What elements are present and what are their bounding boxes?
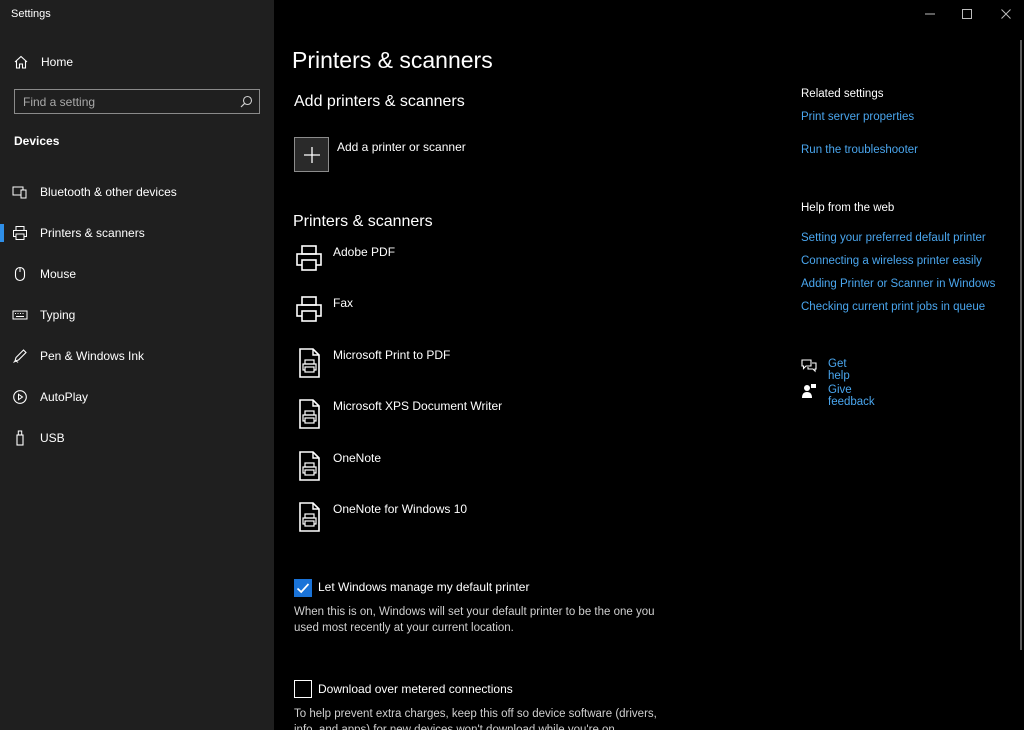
help-link[interactable]: Connecting a wireless printer easily: [801, 255, 982, 267]
add-printer-label[interactable]: Add a printer or scanner: [337, 140, 466, 154]
close-icon: [1001, 9, 1011, 19]
sidebar-item-label: Printers & scanners: [40, 226, 145, 240]
help-link[interactable]: Adding Printer or Scanner in Windows: [801, 278, 995, 290]
metered-connections-description: To help prevent extra charges, keep this…: [294, 706, 684, 730]
description-line: To help prevent extra charges, keep this…: [294, 708, 657, 720]
home-label: Home: [41, 55, 74, 69]
printer-icon: [296, 245, 322, 271]
troubleshooter-link[interactable]: Run the troubleshooter: [801, 144, 918, 156]
search-icon[interactable]: [240, 95, 253, 108]
plus-icon: [304, 147, 320, 163]
usb-icon: [16, 430, 24, 446]
document-printer-icon: [299, 399, 320, 429]
chat-help-icon: [801, 359, 817, 373]
printer-item[interactable]: Fax: [292, 294, 712, 336]
description-line: info, and apps) for new devices won't do…: [294, 724, 615, 730]
mouse-icon: [14, 266, 26, 282]
printer-name: Microsoft Print to PDF: [333, 348, 451, 362]
sidebar-item-printers[interactable]: Printers & scanners: [0, 216, 274, 250]
pen-icon: [13, 349, 27, 363]
app-title: Settings: [11, 8, 51, 20]
home-icon: [14, 55, 28, 69]
printer-icon: [13, 226, 27, 240]
bluetooth-devices-icon: [12, 186, 27, 199]
sidebar-item-bluetooth[interactable]: Bluetooth & other devices: [0, 175, 274, 209]
description-line: used most recently at your current locat…: [294, 622, 514, 634]
printer-item[interactable]: Adobe PDF: [292, 243, 712, 285]
search-box: [14, 89, 260, 114]
sidebar-item-label: Typing: [40, 308, 76, 322]
sidebar: Settings Home Devices Bluetooth & other …: [0, 0, 274, 730]
default-printer-description: When this is on, Windows will set your d…: [294, 604, 684, 636]
search-input[interactable]: [15, 90, 233, 113]
feedback-icon: [802, 384, 816, 398]
sidebar-item-pen[interactable]: Pen & Windows Ink: [0, 339, 274, 373]
sidebar-item-label: USB: [40, 431, 65, 445]
printer-name: Adobe PDF: [333, 245, 396, 259]
document-printer-icon: [299, 348, 320, 378]
printer-item[interactable]: Microsoft XPS Document Writer: [292, 397, 712, 439]
help-from-web-title: Help from the web: [801, 202, 895, 214]
related-settings-title: Related settings: [801, 88, 884, 100]
printer-name: Fax: [333, 296, 354, 310]
page-title: Printers & scanners: [292, 47, 493, 73]
scrollbar[interactable]: [1020, 40, 1022, 650]
printer-item[interactable]: Microsoft Print to PDF: [292, 346, 712, 388]
sidebar-item-label: Bluetooth & other devices: [40, 185, 177, 199]
printer-name: OneNote: [333, 451, 382, 465]
minimize-button[interactable]: [912, 0, 948, 28]
sidebar-item-label: Mouse: [40, 267, 77, 281]
add-section-title: Add printers & scanners: [294, 93, 465, 110]
metered-connections-checkbox[interactable]: [294, 680, 312, 698]
default-printer-checkbox[interactable]: [294, 579, 312, 597]
close-button[interactable]: [988, 0, 1024, 28]
maximize-icon: [962, 9, 972, 19]
minimize-icon: [925, 13, 935, 15]
print-server-properties-link[interactable]: Print server properties: [801, 111, 914, 123]
default-printer-label[interactable]: Let Windows manage my default printer: [318, 580, 529, 594]
printer-item[interactable]: OneNote for Windows 10: [292, 500, 712, 542]
active-indicator: [0, 224, 4, 242]
sidebar-item-home[interactable]: Home: [0, 50, 274, 74]
sidebar-item-autoplay[interactable]: AutoPlay: [0, 380, 274, 414]
section-heading: Devices: [14, 134, 60, 148]
sidebar-item-label: AutoPlay: [40, 390, 89, 404]
get-help-label: Get help: [828, 358, 850, 382]
keyboard-icon: [12, 310, 28, 320]
sidebar-item-label: Pen & Windows Ink: [40, 349, 145, 363]
printer-list-title: Printers & scanners: [293, 213, 433, 230]
add-printer-button[interactable]: [294, 137, 329, 172]
sidebar-item-mouse[interactable]: Mouse: [0, 257, 274, 291]
document-printer-icon: [299, 451, 320, 481]
printer-name: OneNote for Windows 10: [333, 502, 468, 516]
metered-connections-label[interactable]: Download over metered connections: [318, 682, 513, 696]
checkmark-icon: [296, 583, 310, 594]
maximize-button[interactable]: [949, 0, 985, 28]
autoplay-icon: [13, 390, 27, 404]
help-link[interactable]: Setting your preferred default printer: [801, 232, 986, 244]
sidebar-item-typing[interactable]: Typing: [0, 298, 274, 332]
give-feedback-label: Give feedback: [828, 384, 875, 408]
printer-item[interactable]: OneNote: [292, 449, 712, 491]
printer-name: Microsoft XPS Document Writer: [333, 399, 503, 413]
help-link[interactable]: Checking current print jobs in queue: [801, 301, 985, 313]
sidebar-item-usb[interactable]: USB: [0, 421, 274, 455]
document-printer-icon: [299, 502, 320, 532]
printer-icon: [296, 296, 322, 322]
description-line: When this is on, Windows will set your d…: [294, 606, 655, 618]
